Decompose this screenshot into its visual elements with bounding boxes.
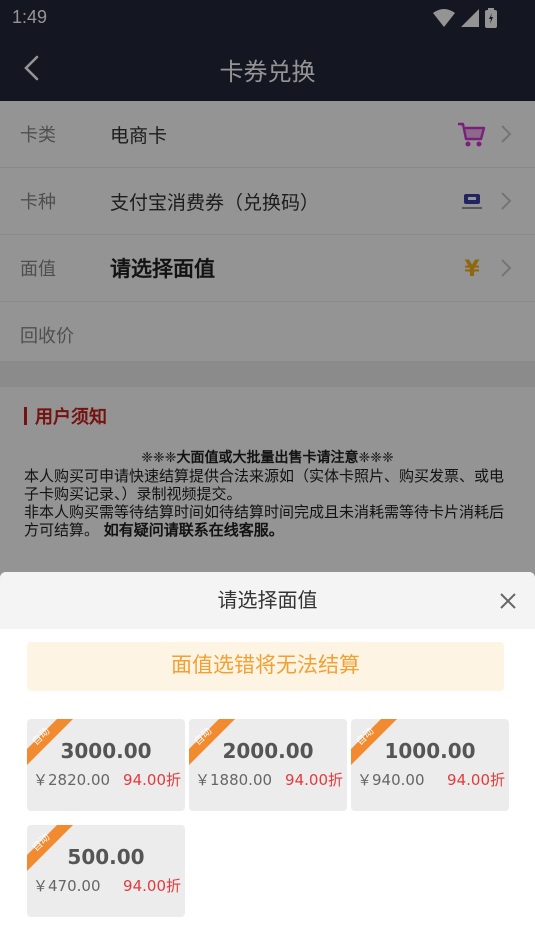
sheet-header: 请选择面值 [0,572,535,629]
option-price: ￥1880.00 [195,771,273,789]
face-value-option[interactable]: 自动 3000.00 ￥2820.00 94.00折 [27,719,185,811]
face-value-option[interactable]: 自动 500.00 ￥470.00 94.00折 [27,825,185,917]
option-discount: 94.00折 [285,771,343,789]
option-amount: 1000.00 [384,739,476,763]
warning-tip: 面值选错将无法结算 [27,642,504,691]
option-amount: 2000.00 [222,739,314,763]
option-discount: 94.00折 [123,877,181,895]
option-amount: 3000.00 [60,739,152,763]
option-discount: 94.00折 [447,771,505,789]
option-price: ￥2820.00 [33,771,111,789]
close-icon[interactable] [499,592,517,610]
option-discount: 94.00折 [123,771,181,789]
option-price: ￥940.00 [357,771,425,789]
face-value-option[interactable]: 自动 2000.00 ￥1880.00 94.00折 [189,719,347,811]
option-amount: 500.00 [67,845,145,869]
face-value-option[interactable]: 自动 1000.00 ￥940.00 94.00折 [351,719,509,811]
sheet-title: 请选择面值 [217,588,318,612]
face-value-sheet: 请选择面值 面值选错将无法结算 自动 3000.00 ￥2820.00 94.0… [0,572,535,951]
option-price: ￥470.00 [33,877,101,895]
